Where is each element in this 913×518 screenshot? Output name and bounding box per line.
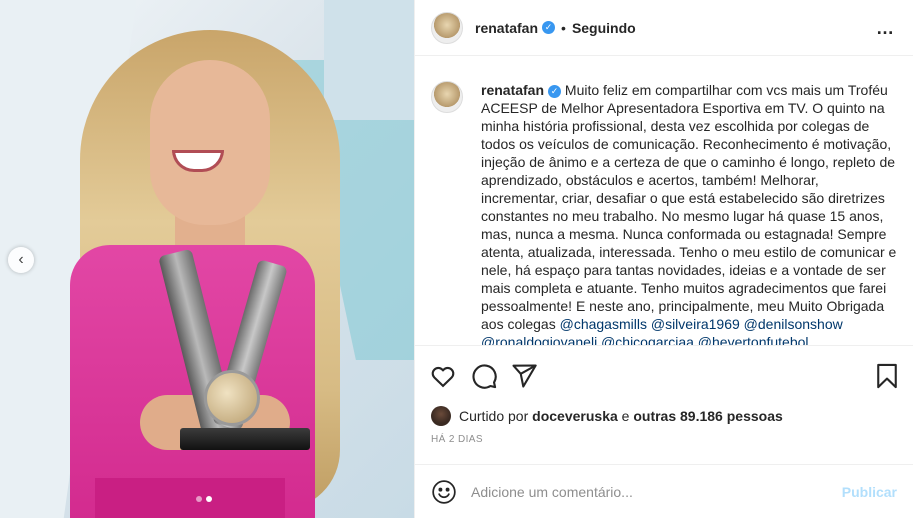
likes-summary: Curtido por doceveruska e outras 89.186 … [431,405,783,427]
likes-prefix: Curtido por [459,408,529,424]
mention-link[interactable]: @hevertonfutebol [698,334,809,345]
following-button[interactable]: Seguindo [572,20,636,36]
liker-avatar[interactable] [431,406,451,426]
trophy-medallion [204,370,260,426]
smiley-icon[interactable] [431,479,457,505]
photo-person-face [150,60,270,225]
mention-link[interactable]: @silveira1969 [651,316,740,332]
more-options-icon[interactable]: … [876,18,895,39]
chevron-left-icon: ‹ [18,251,24,268]
post-timestamp[interactable]: HÁ 2 DIAS [431,434,483,445]
bookmark-icon[interactable] [873,362,901,390]
caption-body: Muito feliz em compartilhar com vcs mais… [481,82,897,332]
mention-link[interactable]: @ronaldogiovaneli [481,334,597,345]
verified-badge-icon: ✓ [542,21,556,34]
caption-section: renatafan ✓ Muito feliz em compartilhar c… [415,57,913,345]
comment-bubble-icon[interactable] [470,362,498,390]
post-header: renatafan ✓ • Seguindo … [415,0,913,56]
add-comment-bar: Publicar [415,464,913,518]
carousel-indicator [196,496,212,502]
carousel-dot-active [206,496,212,502]
post-details-panel: renatafan ✓ • Seguindo … renatafan ✓ Muit… [414,0,913,518]
action-bar [415,345,913,405]
previous-slide-button[interactable]: ‹ [8,247,34,273]
liker-username-link[interactable]: doceveruska [532,408,618,424]
photo-person-belt [95,478,285,518]
mention-link[interactable]: @chagasmills [560,316,647,332]
username-link[interactable]: renatafan [475,20,538,36]
mention-link[interactable]: @chicogarciaa [601,334,694,345]
paper-plane-icon[interactable] [510,362,538,390]
caption-username-link[interactable]: renatafan [481,82,544,98]
trophy-base [180,428,310,450]
avatar[interactable] [431,11,463,44]
likes-connector: e [621,408,630,424]
mention-link[interactable]: @denilsonshow [744,316,843,332]
caption-text: renatafan ✓ Muito feliz em compartilhar c… [481,81,897,345]
publish-button[interactable]: Publicar [842,484,897,500]
comment-input[interactable] [471,483,842,500]
separator-dot: • [561,19,566,36]
likes-count-link[interactable]: outras 89.186 pessoas [633,408,782,424]
verified-badge-icon: ✓ [548,84,562,98]
heart-icon[interactable] [429,362,457,390]
photo-background-corner [324,0,414,120]
post-photo[interactable]: ‹ [0,0,414,518]
carousel-dot [196,496,202,502]
caption-avatar[interactable] [431,81,463,113]
instagram-post: ‹ renatafan ✓ • Seguindo … renatafan ✓ Mu… [0,0,913,518]
